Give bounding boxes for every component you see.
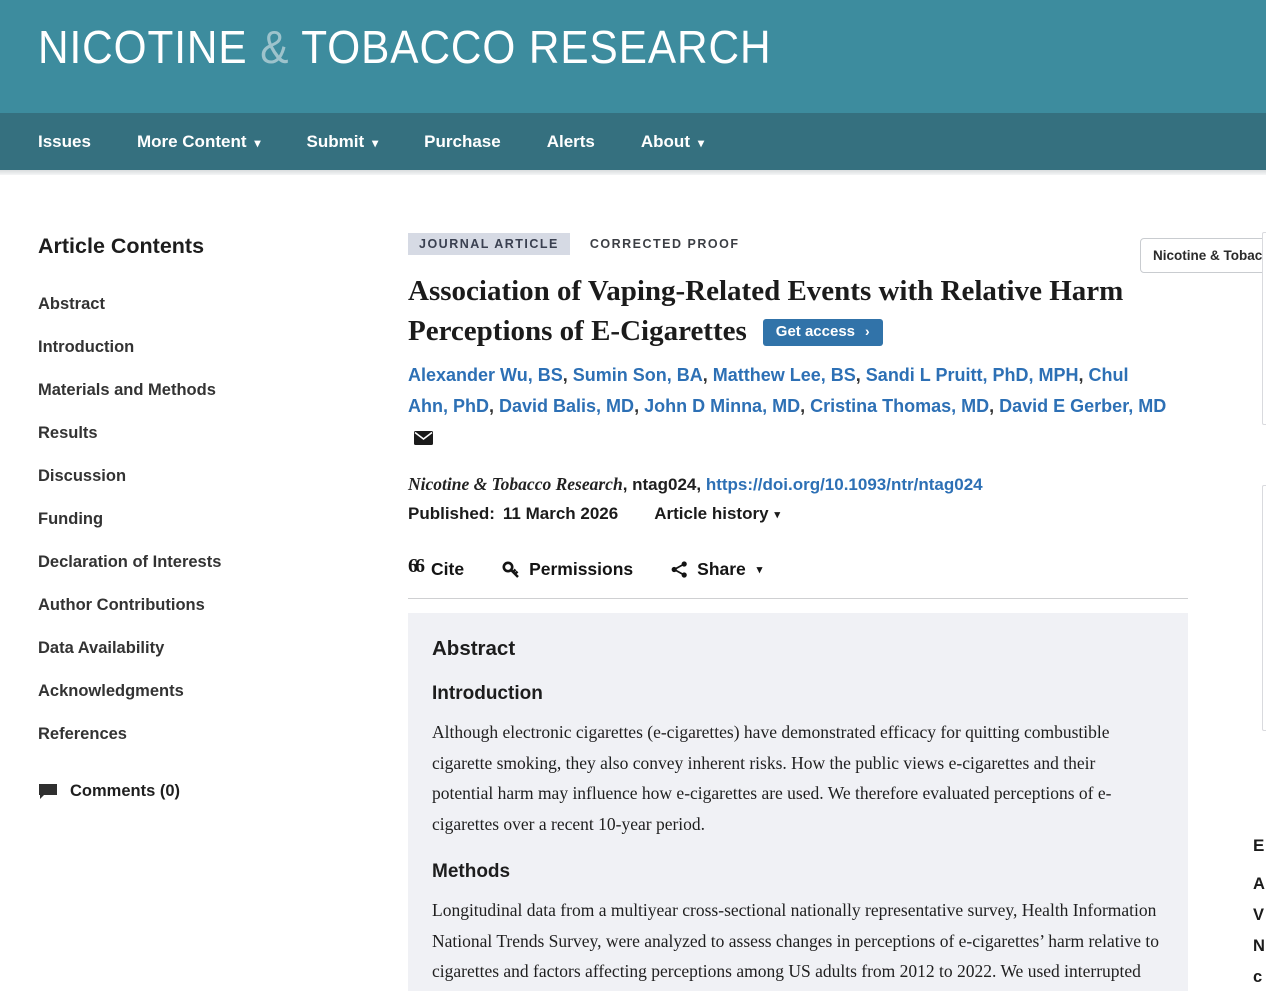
toc-funding[interactable]: Funding — [38, 498, 368, 541]
author-separator: , — [489, 396, 499, 416]
nav-submit[interactable]: Submit▾ — [307, 132, 379, 152]
author-separator: , — [856, 365, 866, 385]
get-access-button[interactable]: Get access› — [763, 319, 883, 346]
main-navbar: Issues More Content▾ Submit▾ Purchase Al… — [0, 113, 1266, 170]
toc-abstract[interactable]: Abstract — [38, 283, 368, 326]
toc-references[interactable]: References — [38, 713, 368, 756]
article-title: Association of Vaping-Related Events wit… — [408, 271, 1180, 351]
permissions-button[interactable]: Permissions — [502, 559, 633, 580]
author-separator: , — [634, 396, 644, 416]
author-link[interactable]: David Balis, MD — [499, 396, 634, 416]
citation-line: Nicotine & Tobacco Research, ntag024, ht… — [408, 474, 1188, 495]
right-rail-clipped-heading: E — [1253, 836, 1264, 856]
chevron-down-icon: ▾ — [757, 563, 763, 576]
toc-discussion[interactable]: Discussion — [38, 455, 368, 498]
author-separator: , — [703, 365, 713, 385]
corrected-proof-label: CORRECTED PROOF — [590, 237, 740, 251]
nav-purchase[interactable]: Purchase — [424, 132, 501, 152]
share-icon — [671, 561, 688, 578]
right-rail-card-bottom — [1262, 485, 1266, 731]
comments-link[interactable]: Comments (0) — [38, 782, 368, 801]
comment-icon — [38, 783, 58, 800]
published-line: Published: 11 March 2026 Article history… — [408, 504, 1188, 524]
cite-quote-icon: 66 — [408, 555, 422, 578]
nav-items: Issues More Content▾ Submit▾ Purchase Al… — [38, 113, 704, 170]
right-rail-clipped-line: N — [1253, 937, 1265, 956]
published-label: Published: — [408, 504, 495, 524]
nav-shadow-divider — [0, 170, 1266, 175]
logo-part2: TOBACCO RESEARCH — [289, 21, 771, 73]
author-separator: , — [800, 396, 810, 416]
article-id: , ntag024, — [623, 475, 706, 494]
abstract-introduction-heading: Introduction — [432, 683, 1164, 705]
chevron-down-icon: ▾ — [698, 136, 704, 150]
right-rail-clipped-line: V — [1253, 906, 1264, 925]
abstract-heading: Abstract — [432, 637, 1164, 661]
doi-link[interactable]: https://doi.org/10.1093/ntr/ntag024 — [706, 475, 983, 494]
journal-banner: NICOTINE & TOBACCO RESEARCH — [0, 0, 1266, 113]
toc-declaration-of-interests[interactable]: Declaration of Interests — [38, 541, 368, 584]
author-link[interactable]: David E Gerber, MD — [999, 396, 1166, 416]
right-rail-card-top — [1262, 232, 1266, 425]
toc-results[interactable]: Results — [38, 412, 368, 455]
author-link[interactable]: Sandi L Pruitt, PhD, MPH — [866, 365, 1079, 385]
author-separator: , — [563, 365, 573, 385]
author-separator: , — [989, 396, 999, 416]
right-rail-clipped-line: c — [1253, 968, 1262, 987]
nav-issues[interactable]: Issues — [38, 132, 91, 152]
sidebar-title: Article Contents — [38, 234, 368, 259]
author-link[interactable]: Matthew Lee, BS — [713, 365, 856, 385]
abstract-introduction-text: Although electronic cigarettes (e-cigare… — [432, 717, 1160, 839]
logo-ampersand: & — [260, 21, 289, 73]
abstract-section: Abstract Introduction Although electroni… — [408, 613, 1188, 991]
abstract-methods-heading: Methods — [432, 861, 1164, 883]
published-date: 11 March 2026 — [503, 504, 618, 524]
nav-more-content[interactable]: More Content▾ — [137, 132, 261, 152]
author-link[interactable]: Sumin Son, BA — [573, 365, 703, 385]
journal-logo[interactable]: NICOTINE & TOBACCO RESEARCH — [38, 20, 771, 74]
chevron-down-icon: ▾ — [372, 136, 378, 150]
author-list: Alexander Wu, BS, Sumin Son, BA, Matthew… — [408, 360, 1168, 453]
nav-about[interactable]: About▾ — [641, 132, 704, 152]
logo-part1: NICOTINE — [38, 21, 260, 73]
toc-data-availability[interactable]: Data Availability — [38, 627, 368, 670]
article-main: JOURNAL ARTICLE CORRECTED PROOF Associat… — [408, 233, 1188, 991]
chevron-down-icon: ▾ — [775, 508, 781, 521]
chevron-down-icon: ▾ — [254, 136, 260, 150]
author-link[interactable]: John D Minna, MD — [644, 396, 800, 416]
chevron-right-icon: › — [865, 323, 870, 339]
share-button[interactable]: Share ▾ — [671, 559, 762, 580]
envelope-icon[interactable] — [414, 431, 433, 445]
nav-alerts[interactable]: Alerts — [547, 132, 595, 152]
article-toolbar: 66 Cite Permissions Share ▾ — [408, 558, 1188, 599]
comments-label: Comments (0) — [70, 782, 180, 801]
journal-name: Nicotine & Tobacco Research — [408, 474, 623, 494]
toc-introduction[interactable]: Introduction — [38, 326, 368, 369]
right-rail-clipped-line: A — [1253, 875, 1265, 894]
toc-author-contributions[interactable]: Author Contributions — [38, 584, 368, 627]
badge-row: JOURNAL ARTICLE CORRECTED PROOF — [408, 233, 1188, 255]
author-link[interactable]: Alexander Wu, BS — [408, 365, 563, 385]
author-link[interactable]: Cristina Thomas, MD — [810, 396, 989, 416]
article-contents-sidebar: Article Contents Abstract Introduction M… — [38, 234, 368, 801]
article-page: NICOTINE & TOBACCO RESEARCH Issues More … — [0, 0, 1266, 991]
article-type-badge: JOURNAL ARTICLE — [408, 233, 570, 255]
toc-acknowledgments[interactable]: Acknowledgments — [38, 670, 368, 713]
cite-button[interactable]: 66 Cite — [408, 558, 464, 581]
abstract-methods-text: Longitudinal data from a multiyear cross… — [432, 895, 1160, 991]
key-icon — [502, 561, 520, 579]
author-separator: , — [1078, 365, 1088, 385]
article-history-toggle[interactable]: Article history ▾ — [654, 504, 780, 524]
toc-materials-and-methods[interactable]: Materials and Methods — [38, 369, 368, 412]
